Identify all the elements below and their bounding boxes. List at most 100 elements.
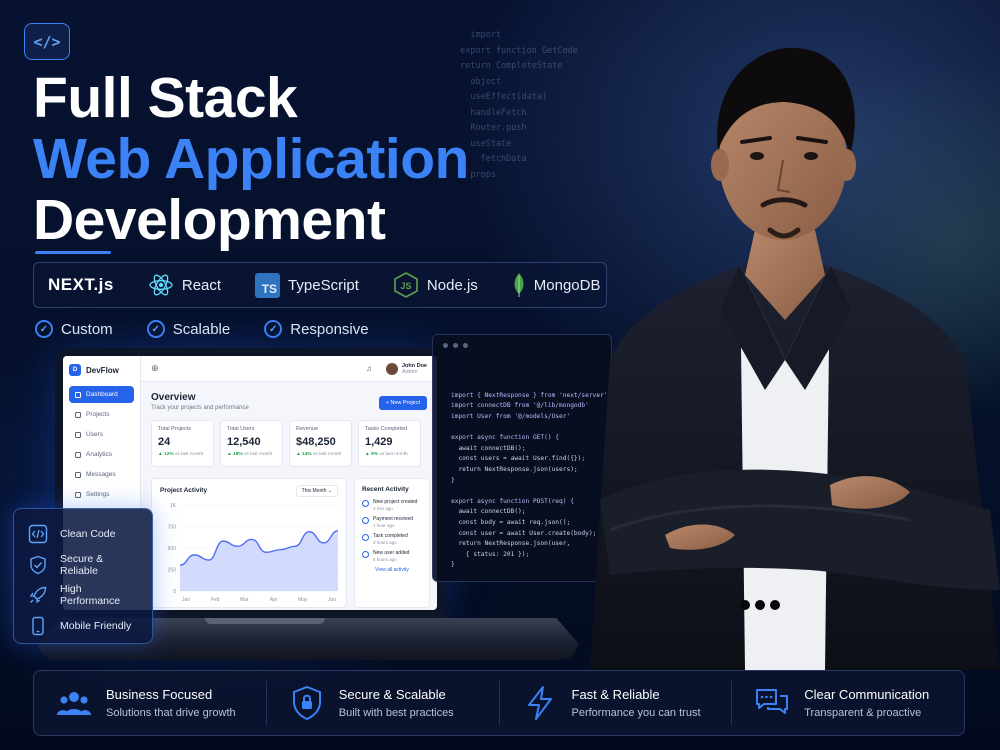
shield-check-icon [30,555,46,574]
check-circle-icon: ✓ [35,320,53,338]
value-subtitle: Performance you can trust [571,707,701,719]
mobile-icon [32,616,44,635]
value-title: Business Focused [106,687,213,702]
x-tick-label: Mar [240,597,249,603]
stat-card: Total Users 12,540 ▲ 18% vs last month [220,420,283,467]
title-line-3: Development [33,188,386,252]
check-circle-icon: ✓ [146,320,165,338]
activity-icon [362,551,369,558]
laptop-notch [205,618,325,624]
brand-icon: D [69,364,81,376]
benefit-item: Mobile Friendly [28,611,138,642]
y-tick-label: 0 [173,589,176,595]
tech-nodejs: JS Node.js [393,272,478,298]
sidebar-item-projects[interactable]: Projects [69,406,134,423]
sidebar-item-users[interactable]: Users [69,426,134,443]
activity-icon [362,517,369,524]
stat-cards: Total Projects 24 ▲ 12% vs last month Tota… [151,420,421,467]
nextjs-icon: NEXT.js [48,275,114,294]
tech-label: Node.js [426,276,478,294]
feature-checks: ✓ Custom ✓ Scalable ✓ Responsive [35,320,403,338]
lock-shield-icon [292,685,321,721]
benefit-item: Clean Code [28,519,138,550]
project-activity-card: Project Activity This Month ⌄ 1K 750 500 25… [151,478,347,608]
recent-title: Recent Activity [362,486,409,493]
benefit-item: Secure & Reliable [28,550,138,581]
developer-portrait [590,47,1000,670]
y-tick-label: 500 [168,546,177,552]
value-item: Business Focused Solutions that drive gro… [34,681,267,725]
value-title: Clear Communication [804,687,930,702]
title-underline [35,251,111,254]
page-subtitle: Track your projects and performance [151,405,249,411]
react-icon [149,274,173,296]
feature-item: ✓ Responsive [264,320,369,338]
stat-card: Tasks Completed 1,429 ▲ 9% vs last month [358,420,421,467]
list-item: New project created 2 min ago [362,499,422,511]
team-icon [57,692,91,715]
stat-card: Total Projects 24 ▲ 12% vs last month [151,420,214,467]
svg-text:JS: JS [400,281,411,291]
benefit-panel: Clean Code Secure & Reliable High Perfor… [13,508,153,644]
x-tick-label: Feb [211,597,220,603]
dashboard-brand: D DevFlow [69,364,134,376]
sidebar-item-messages[interactable]: Messages [69,466,134,483]
view-all-link[interactable]: View all activity [362,567,422,573]
tech-nextjs: NEXT.js [48,275,114,295]
message-icon [75,471,81,478]
value-subtitle: Transparent & proactive [804,707,922,719]
list-item: New user added 5 hours ago [362,550,422,562]
chat-bubbles-icon [756,689,789,714]
y-tick-label: 250 [168,568,177,574]
page-title: Overview [151,392,196,403]
list-item: Payment received 1 hour ago [362,516,422,528]
value-subtitle: Built with best practices [338,707,454,719]
tech-label: React [181,276,222,294]
new-project-button[interactable]: + New Project [378,396,427,410]
search-icon[interactable]: ⊕ [151,363,159,374]
activity-icon [362,534,369,541]
users-icon [75,431,81,438]
feature-item: ✓ Custom [35,320,113,338]
feature-item: ✓ Scalable [146,320,230,338]
title-line-2: Web Application [33,127,469,191]
value-subtitle: Solutions that drive growth [106,707,236,719]
stat-card: Revenue $48,250 ▲ 14% vs last month [289,420,352,467]
home-icon [75,391,81,398]
activity-chart: 1K 750 500 250 0 Jan Feb Mar Apr May Jun [168,503,339,603]
sidebar-item-analytics[interactable]: Analytics [69,446,134,463]
recent-activity-card: Recent Activity New project created 2 min… [354,478,430,608]
x-tick-label: Jun [328,597,336,603]
value-item: Secure & Scalable Built with best practic… [267,681,500,725]
benefit-item: High Performance [28,580,138,611]
folder-icon [75,411,81,418]
y-tick-label: 1K [170,503,177,509]
sidebar-item-settings[interactable]: Settings [69,486,134,503]
y-tick-label: 750 [168,525,177,531]
window-dots [443,343,468,348]
x-tick-label: Apr [270,597,278,603]
code-logo-icon: </> [24,23,70,60]
bottom-value-bar: Business Focused Solutions that drive gro… [33,670,965,736]
value-title: Fast & Reliable [571,687,660,702]
code-icon [28,525,48,544]
x-tick-label: Jan [182,597,190,603]
bell-icon[interactable]: ♫ [366,364,372,373]
mongodb-leaf-icon [514,273,524,297]
chart-icon [75,451,81,458]
x-tick-label: May [298,597,308,603]
nodejs-icon: JS [394,272,418,298]
activity-area [180,530,338,591]
value-item: Clear Communication Transparent & proacti… [732,681,964,725]
sidebar-item-dashboard[interactable]: Dashboard [69,386,134,403]
dashboard-topbar: ⊕ ♫ John Doe Admin [141,356,437,382]
avatar [385,362,398,375]
gear-icon [75,491,81,498]
tech-stack-bar: NEXT.js React TS TypeScript JS Node.js M… [33,262,607,308]
tech-typescript: TS TypeScript [255,272,359,298]
lightning-icon [527,686,552,720]
title-line-1: Full Stack [33,66,298,130]
user-chip[interactable]: ♫ John Doe Admin [366,362,427,375]
rocket-icon [29,587,47,604]
typescript-icon: TS [255,272,281,298]
